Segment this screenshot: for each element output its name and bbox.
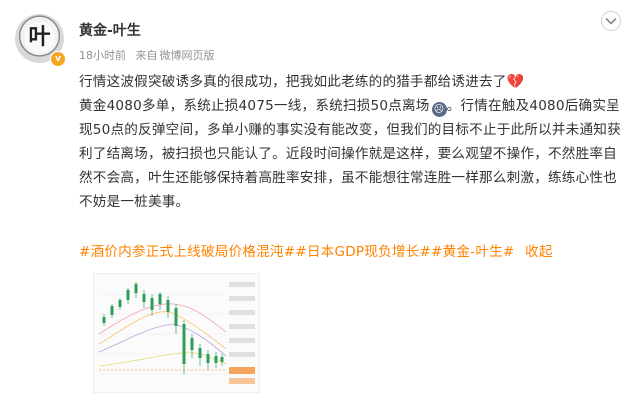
- verified-badge-icon: v: [50, 51, 66, 67]
- collapse-button[interactable]: 收起: [525, 244, 553, 260]
- post-meta: 18小时前 来自 微博网页版: [79, 47, 221, 63]
- post-time[interactable]: 18小时前: [79, 49, 126, 62]
- source-prefix: 来自: [135, 49, 158, 62]
- weibo-post: 叶 v 黄金-叶生 18小时前 来自 微博网页版 行情这波假突破诱多真的很成功，把…: [0, 0, 633, 412]
- post-text: 行情这波假突破诱多真的很成功，把我如此老练的的猎手都给诱进去了💔 黄金4080多…: [79, 70, 624, 214]
- chevron-down-icon[interactable]: [600, 10, 622, 32]
- post-source: 微博网页版: [159, 49, 215, 62]
- post-text-line1: 行情这波假突破诱多真的很成功，把我如此老练的的猎手都给诱进去了: [79, 74, 507, 90]
- post-tags: #酒价内参正式上线破局价格混沌##日本GDP现负增长##黄金-叶生# 收起: [79, 240, 553, 260]
- tag-link[interactable]: #日本GDP现负增长#: [295, 244, 431, 260]
- chart-screenshot-image[interactable]: [93, 273, 260, 393]
- author-name[interactable]: 黄金-叶生: [79, 20, 141, 40]
- broken-heart-icon: 💔: [506, 74, 525, 90]
- tag-link[interactable]: #黄金-叶生#: [431, 244, 514, 260]
- avatar-glyph: 叶: [24, 22, 55, 53]
- tag-link[interactable]: #酒价内参正式上线破局价格混沌#: [79, 244, 295, 260]
- sad-face-icon: ☹: [431, 102, 447, 117]
- post-text-line2b: 。行情在触及4080后确实呈现50点的反弹空间，多单小赚的事实没有能改变，但我们…: [79, 98, 621, 210]
- post-text-line2a: 黄金4080多单，系统止损4075一线，系统扫损50点离场: [79, 98, 430, 114]
